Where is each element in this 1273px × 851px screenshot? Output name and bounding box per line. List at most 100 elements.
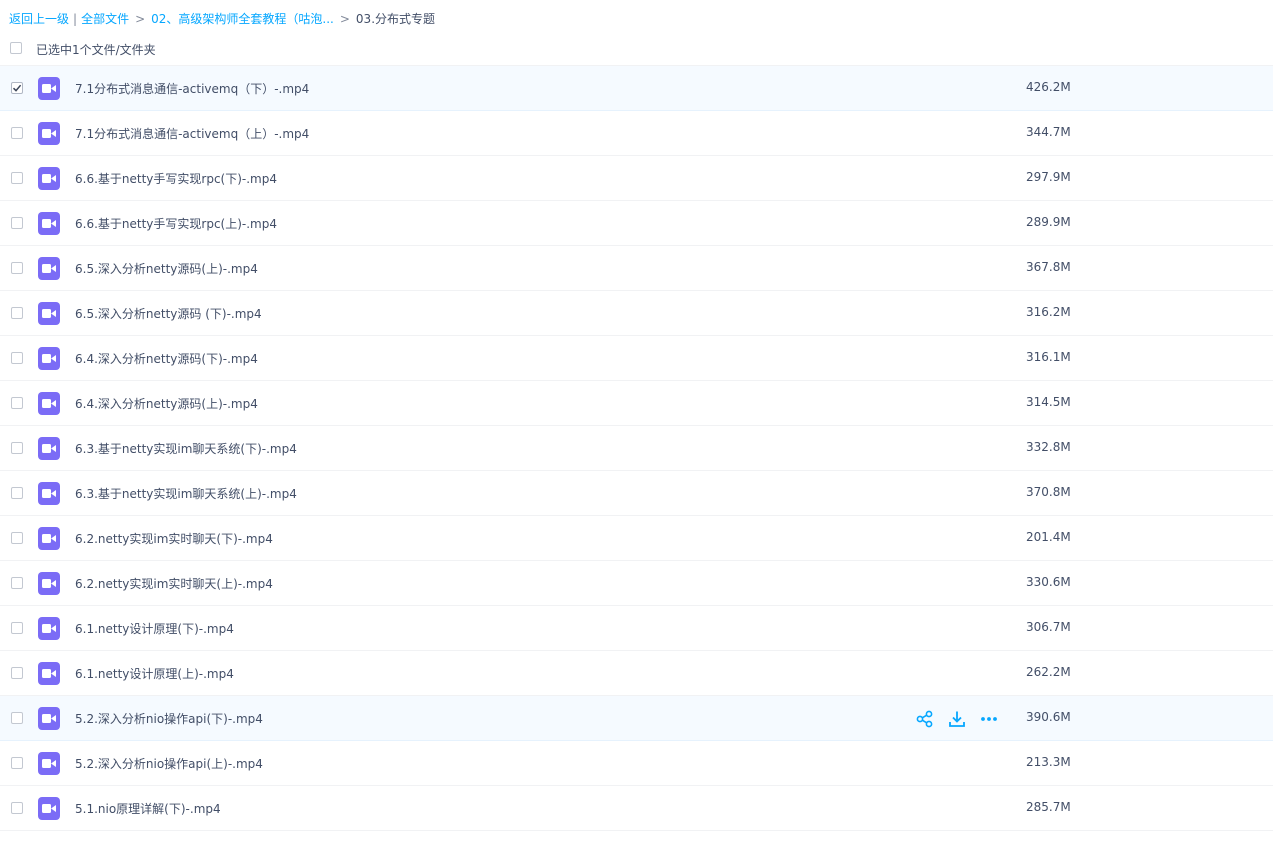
file-row[interactable]: 6.2.netty实现im实时聊天(下)-.mp4 201.4M [0, 516, 1273, 561]
file-size: 316.1M [1026, 350, 1071, 364]
file-checkbox[interactable] [11, 577, 23, 589]
file-row[interactable]: 5.2.深入分析nio操作api(上)-.mp4 213.3M [0, 741, 1273, 786]
file-row[interactable]: 6.5.深入分析netty源码(上)-.mp4 367.8M [0, 246, 1273, 291]
file-list[interactable]: 7.2分布式消息通信-activemq（上）-.mp4401.4M7.1分布式消… [0, 42, 1273, 851]
file-checkbox[interactable] [11, 217, 23, 229]
file-checkbox[interactable] [11, 532, 23, 544]
file-name[interactable]: 6.3.基于netty实现im聊天系统(下)-.mp4 [75, 440, 297, 457]
file-checkbox[interactable] [11, 802, 23, 814]
file-size: 367.8M [1026, 260, 1071, 274]
video-file-icon [38, 437, 60, 460]
file-checkbox[interactable] [11, 442, 23, 454]
breadcrumb: 返回上一级 | 全部文件 >02、高级架构师全套教程（咕泡... >03.分布式专题 [9, 9, 435, 29]
file-checkbox[interactable] [11, 487, 23, 499]
video-file-icon [38, 527, 60, 550]
file-name[interactable]: 6.1.netty设计原理(下)-.mp4 [75, 620, 234, 637]
file-row[interactable]: 6.6.基于netty手写实现rpc(上)-.mp4 289.9M [0, 201, 1273, 246]
file-size: 201.4M [1026, 530, 1071, 544]
file-checkbox[interactable] [11, 307, 23, 319]
file-size: 285.7M [1026, 800, 1071, 814]
more-icon[interactable] [980, 710, 998, 728]
breadcrumb-item-all-files[interactable]: 全部文件 [81, 12, 129, 26]
breadcrumb-separator: > [135, 12, 146, 26]
file-checkbox[interactable] [11, 712, 23, 724]
file-size: 314.5M [1026, 395, 1071, 409]
file-row[interactable]: 6.1.netty设计原理(下)-.mp4 306.7M [0, 606, 1273, 651]
file-row[interactable]: 5.2.深入分析nio操作api(下)-.mp4 390.6M [0, 696, 1273, 741]
file-row[interactable]: 6.3.基于netty实现im聊天系统(上)-.mp4 370.8M [0, 471, 1273, 516]
video-file-icon [38, 77, 60, 100]
file-checkbox[interactable] [11, 127, 23, 139]
file-row[interactable]: 6.4.深入分析netty源码(下)-.mp4 316.1M [0, 336, 1273, 381]
file-checkbox-checked[interactable] [11, 82, 23, 94]
file-size: 344.7M [1026, 125, 1071, 139]
file-size: 390.6M [1026, 710, 1071, 724]
file-size: 297.9M [1026, 170, 1071, 184]
video-file-icon [38, 617, 60, 640]
file-checkbox[interactable] [11, 352, 23, 364]
file-size: 289.9M [1026, 215, 1071, 229]
breadcrumb-separator: > [339, 12, 350, 26]
file-name[interactable]: 6.2.netty实现im实时聊天(下)-.mp4 [75, 530, 273, 547]
file-name[interactable]: 6.5.深入分析netty源码 (下)-.mp4 [75, 305, 262, 322]
file-name[interactable]: 6.6.基于netty手写实现rpc(上)-.mp4 [75, 215, 277, 232]
video-file-icon [38, 302, 60, 325]
file-name[interactable]: 6.3.基于netty实现im聊天系统(上)-.mp4 [75, 485, 297, 502]
file-row[interactable]: 6.4.深入分析netty源码(上)-.mp4 314.5M [0, 381, 1273, 426]
file-size: 426.2M [1026, 80, 1071, 94]
share-icon[interactable] [916, 710, 934, 728]
select-all-checkbox[interactable] [10, 42, 22, 54]
video-file-icon [38, 347, 60, 370]
breadcrumb-item-current: 03.分布式专题 [355, 12, 436, 26]
breadcrumb-item-parent[interactable]: 02、高级架构师全套教程（咕泡... [151, 12, 334, 26]
file-size: 332.8M [1026, 440, 1071, 454]
video-file-icon [38, 707, 60, 730]
file-row[interactable]: 6.5.深入分析netty源码 (下)-.mp4 316.2M [0, 291, 1273, 336]
file-name[interactable]: 6.2.netty实现im实时聊天(上)-.mp4 [75, 575, 273, 592]
file-size: 213.3M [1026, 755, 1071, 769]
video-file-icon [38, 482, 60, 505]
download-icon[interactable] [948, 710, 966, 728]
file-row[interactable]: 7.1分布式消息通信-activemq（下）-.mp4 426.2M [0, 66, 1273, 111]
breadcrumb-pipe: | [73, 12, 78, 26]
selection-count: 已选中1个文件/文件夹 [36, 43, 156, 57]
file-name[interactable]: 5.2.深入分析nio操作api(上)-.mp4 [75, 755, 263, 772]
file-checkbox[interactable] [11, 622, 23, 634]
file-size: 316.2M [1026, 305, 1071, 319]
video-file-icon [38, 392, 60, 415]
file-name[interactable]: 6.4.深入分析netty源码(上)-.mp4 [75, 395, 258, 412]
file-name[interactable]: 6.6.基于netty手写实现rpc(下)-.mp4 [75, 170, 277, 187]
video-file-icon [38, 122, 60, 145]
file-name[interactable]: 6.1.netty设计原理(上)-.mp4 [75, 665, 234, 682]
file-name[interactable]: 6.4.深入分析netty源码(下)-.mp4 [75, 350, 258, 367]
file-size: 306.7M [1026, 620, 1071, 634]
video-file-icon [38, 167, 60, 190]
checkmark-icon [12, 84, 22, 92]
file-checkbox[interactable] [11, 757, 23, 769]
file-name[interactable]: 6.5.深入分析netty源码(上)-.mp4 [75, 260, 258, 277]
file-checkbox[interactable] [11, 397, 23, 409]
file-name[interactable]: 5.1.nio原理详解(下)-.mp4 [75, 800, 221, 817]
file-size: 262.2M [1026, 665, 1071, 679]
file-row[interactable]: 7.1分布式消息通信-activemq（上）-.mp4 344.7M [0, 111, 1273, 156]
video-file-icon [38, 572, 60, 595]
file-name[interactable]: 7.1分布式消息通信-activemq（下）-.mp4 [75, 80, 309, 97]
file-row[interactable]: 5.1.nio原理详解(下)-.mp4 285.7M [0, 786, 1273, 831]
file-checkbox[interactable] [11, 172, 23, 184]
video-file-icon [38, 257, 60, 280]
video-file-icon [38, 212, 60, 235]
selection-bar: 已选中1个文件/文件夹 [0, 38, 1273, 62]
file-row[interactable]: 6.2.netty实现im实时聊天(上)-.mp4 330.6M [0, 561, 1273, 606]
file-size: 330.6M [1026, 575, 1071, 589]
file-size: 370.8M [1026, 485, 1071, 499]
video-file-icon [38, 752, 60, 775]
file-name[interactable]: 7.1分布式消息通信-activemq（上）-.mp4 [75, 125, 309, 142]
file-row[interactable]: 6.6.基于netty手写实现rpc(下)-.mp4 297.9M [0, 156, 1273, 201]
file-name[interactable]: 5.2.深入分析nio操作api(下)-.mp4 [75, 710, 263, 727]
file-row[interactable]: 6.1.netty设计原理(上)-.mp4 262.2M [0, 651, 1273, 696]
video-file-icon [38, 662, 60, 685]
file-checkbox[interactable] [11, 667, 23, 679]
back-link[interactable]: 返回上一级 [9, 12, 69, 26]
file-row[interactable]: 6.3.基于netty实现im聊天系统(下)-.mp4 332.8M [0, 426, 1273, 471]
file-checkbox[interactable] [11, 262, 23, 274]
